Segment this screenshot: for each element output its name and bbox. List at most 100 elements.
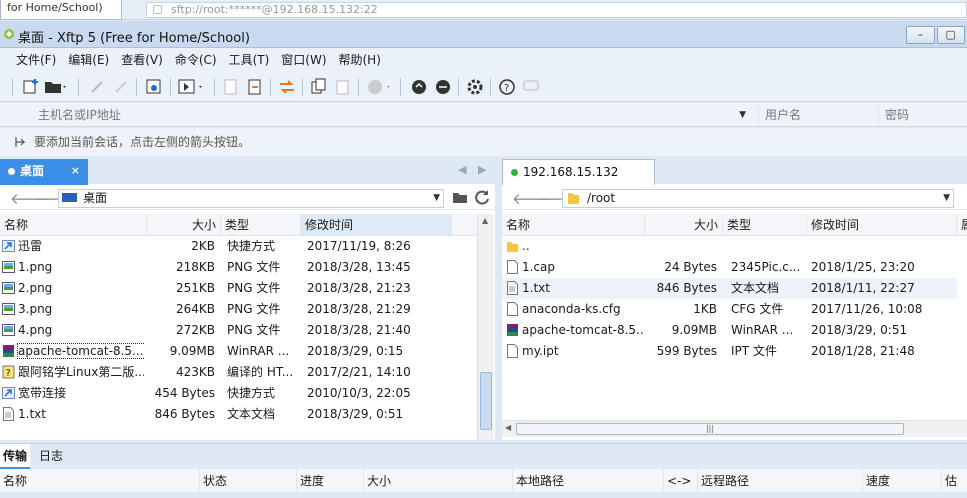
chevron-down-icon[interactable]: ▼ [943, 190, 950, 207]
menu-tools[interactable]: 工具(T) [223, 48, 276, 72]
xftp-logo-icon [4, 29, 14, 39]
sync-arrows-icon[interactable] [278, 78, 296, 96]
file-modified: 2018/1/28, 21:48 [811, 344, 915, 358]
file-modified: 2018/3/29, 0:15 [307, 344, 404, 358]
remote-horizontal-scrollbar[interactable]: ◀ ||| [502, 420, 967, 437]
menu-file[interactable]: 文件(F) [10, 48, 62, 72]
menu-help[interactable]: 帮助(H) [333, 48, 387, 72]
chat-icon[interactable] [522, 78, 540, 96]
transfer-icon[interactable] [178, 78, 206, 96]
refresh-icon[interactable] [474, 189, 491, 206]
host-dropdown-arrow-icon[interactable]: ▼ [739, 105, 746, 125]
globe-icon[interactable] [366, 78, 394, 96]
tab-transfers[interactable]: 传输 [0, 444, 31, 469]
col-size[interactable]: 大小 [645, 214, 723, 236]
menu-window[interactable]: 窗口(W) [275, 48, 332, 72]
xcol-local-path[interactable]: 本地路径 [513, 469, 664, 493]
table-row[interactable]: 宽带连接 454 Bytes 快捷方式 2010/10/3, 22:05 [0, 383, 477, 404]
password-input[interactable]: 密码 [878, 105, 967, 125]
table-row[interactable]: 1.png 218KB PNG 文件 2018/3/28, 13:45 [0, 257, 477, 278]
file-size: 272KB [175, 323, 215, 337]
background-window-tab[interactable]: for Home/School) [0, 0, 122, 20]
file-type [731, 236, 805, 257]
table-row[interactable]: 3.png 264KB PNG 文件 2018/3/28, 21:29 [0, 299, 477, 320]
xcol-name[interactable]: 名称 [0, 469, 200, 493]
paste-icon[interactable] [334, 78, 352, 96]
table-row[interactable]: 2.png 251KB PNG 文件 2018/3/28, 21:23 [0, 278, 477, 299]
file-name: 3.png [18, 302, 53, 316]
local-vertical-scrollbar[interactable]: ▲ [477, 214, 494, 440]
col-modified[interactable]: 修改时间 [301, 214, 452, 236]
file-sync-icon[interactable] [246, 78, 264, 96]
xcol-size[interactable]: 大小 [364, 469, 513, 493]
col-attributes[interactable]: 属 [957, 214, 967, 236]
local-scroll-thumb[interactable] [480, 372, 492, 430]
table-row[interactable]: apache-tomcat-8.5.... 9.09MB WinRAR ... 201… [0, 341, 477, 362]
xcol-remote-path[interactable]: 远程路径 [698, 469, 863, 493]
tab-scroll-right-icon[interactable]: ▶ [478, 163, 486, 176]
new-file-icon[interactable] [222, 78, 240, 96]
file-modified: 2018/3/28, 21:40 [307, 323, 411, 337]
tab-scroll-left-icon[interactable]: ◀ [458, 163, 466, 176]
chevron-down-icon[interactable]: ▼ [433, 190, 440, 207]
xcol-speed[interactable]: 速度 [863, 469, 942, 493]
new-session-icon[interactable] [22, 78, 40, 96]
menu-command[interactable]: 命令(C) [169, 48, 223, 72]
local-path-bar: 🡐 🡒 桌面 ▼ [0, 186, 495, 210]
col-name[interactable]: 名称 [0, 214, 147, 236]
tab-remote-session[interactable]: 192.168.15.132 [502, 159, 655, 185]
new-folder-icon[interactable] [452, 190, 468, 205]
shortcut-icon [2, 240, 15, 252]
file-type: 快捷方式 [227, 386, 276, 400]
host-input[interactable]: 主机名或IP地址 ▼ [12, 105, 754, 125]
table-row[interactable]: 4.png 272KB PNG 文件 2018/3/28, 21:40 [0, 320, 477, 341]
tab-log[interactable]: 日志 [36, 444, 66, 469]
xcol-status[interactable]: 状态 [200, 469, 297, 493]
file-name: 4.png [18, 323, 53, 337]
menu-view[interactable]: 查看(V) [115, 48, 169, 72]
table-row[interactable]: my.ipt 599 Bytes IPT 文件 2018/1/28, 21:48 [502, 341, 957, 362]
add-session-arrow-icon[interactable] [14, 136, 26, 148]
local-path-field[interactable]: 桌面 ▼ [58, 189, 444, 208]
file-size: 846 Bytes [154, 407, 215, 421]
tab-local-desktop[interactable]: 桌面 × [0, 159, 88, 185]
remote-scroll-thumb[interactable]: ||| [516, 423, 904, 435]
table-row[interactable]: ? 跟阿铭学Linux第二版... 423KB 编译的 HT... 2017/2/21,… [0, 362, 477, 383]
connect-icon[interactable] [88, 78, 106, 96]
copy-icon[interactable] [310, 78, 328, 96]
panel-divider[interactable] [495, 158, 502, 440]
col-modified[interactable]: 修改时间 [807, 214, 957, 236]
table-row[interactable]: anaconda-ks.cfg 1KB CFG 文件 2017/11/26, 10:0… [502, 299, 957, 320]
help-icon[interactable]: ? [498, 78, 516, 96]
table-row[interactable]: .. [502, 236, 957, 257]
file-size: 1KB [693, 302, 717, 316]
xcol-progress[interactable]: 进度 [297, 469, 364, 493]
table-row[interactable]: 迅雷 2KB 快捷方式 2017/11/19, 8:26 [0, 236, 477, 257]
xcol-direction[interactable]: <-> [664, 469, 698, 493]
col-type[interactable]: 类型 [221, 214, 301, 236]
properties-icon[interactable] [145, 78, 163, 96]
xshell-icon[interactable] [410, 78, 428, 96]
scroll-left-icon[interactable]: ◀ [505, 423, 511, 432]
scroll-up-icon[interactable]: ▲ [482, 216, 488, 225]
table-row[interactable]: 1.txt 846 Bytes 文本文档 2018/1/11, 22:27 [502, 278, 957, 299]
restore-button[interactable]: ▢ [936, 26, 965, 44]
close-icon[interactable]: × [71, 159, 80, 183]
xcol-estimate[interactable]: 估计 [942, 469, 967, 493]
username-input[interactable]: 用户名 [758, 105, 876, 125]
col-size[interactable]: 大小 [147, 214, 221, 236]
col-type[interactable]: 类型 [723, 214, 807, 236]
open-folder-icon[interactable] [44, 78, 68, 96]
table-row[interactable]: 1.txt 846 Bytes 文本文档 2018/3/29, 0:51 [0, 404, 477, 425]
table-row[interactable]: 1.cap 24 Bytes 2345Pic.c... 2018/1/25, 23:2… [502, 257, 957, 278]
remote-path-field[interactable]: /root ▼ [562, 189, 954, 208]
file-name: 宽带连接 [18, 386, 67, 400]
menu-edit[interactable]: 编辑(E) [62, 48, 115, 72]
table-row[interactable]: apache-tomcat-8.5.... 9.09MB WinRAR ... 201… [502, 320, 957, 341]
col-name[interactable]: 名称 [502, 214, 645, 236]
gear-icon[interactable] [466, 78, 484, 96]
disconnect-icon[interactable] [112, 78, 130, 96]
xmanager-icon[interactable] [434, 78, 452, 96]
minimize-button[interactable]: – [906, 26, 935, 44]
password-placeholder: 密码 [885, 108, 910, 122]
